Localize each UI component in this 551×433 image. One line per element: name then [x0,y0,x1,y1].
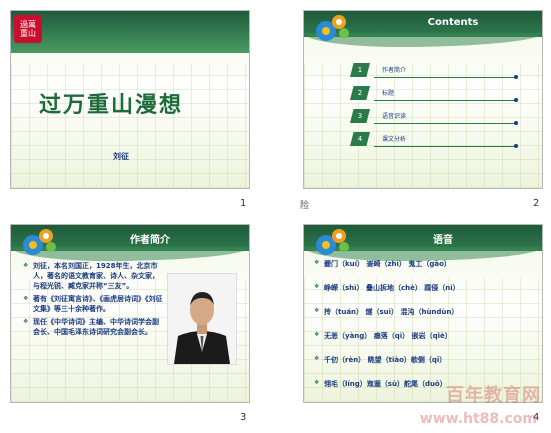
author-photo [167,273,237,365]
toc-number: 3 [350,109,370,123]
toc-dot [514,144,518,148]
toc-item-4[interactable]: 4 课文分析 [350,132,520,150]
toc-divider [374,146,514,147]
toc-label: 标题 [382,90,395,97]
toc-dot [514,75,518,79]
slide-background-grid [11,64,249,188]
vocab-line: 抟（tuán） 燧（suì） 混沌（hùndùn） [314,307,534,317]
slide-title: 作者简介 [130,235,170,246]
toc-item-2[interactable]: 2 标题 [350,86,520,104]
vocab-line: 千仞（rèn） 眺望（tiào）欹侧（qī） [314,355,534,365]
toc-number: 1 [350,63,370,77]
toc-number: 4 [350,132,370,146]
seal-logo: 過萬 重山 [14,15,42,43]
watermark-text: 百年教育网 [446,385,541,406]
bio-paragraph: 刘征，本名刘国正，1928年生，北京市人，著名的语文教育家、诗人、杂文家，与程光… [23,261,165,291]
toc-dot [514,121,518,125]
flower-decoration-icon [316,15,349,41]
toc-label: 作者简介 [382,67,407,74]
slide-thumbnail-4[interactable]: 语音 夔门（kuí） 崟崎（zhì） 鬼工（gāo） 峥嵘（shì） 叠山拆地（… [303,224,543,403]
slide-title: Contents [427,17,479,28]
vocab-line: 夔门（kuí） 崟崎（zhì） 鬼工（gāo） [314,259,534,269]
toc-label: 语音识读 [382,113,407,120]
vocab-line: 无恙（yàng） 瘗落（qì） 嵌岩（qiè） [314,331,534,341]
slide-number-3: 3 [240,412,247,423]
toc-item-1[interactable]: 1 作者简介 [350,63,520,81]
toc-divider [374,100,514,101]
slide-title: 语音 [433,235,453,246]
bio-paragraph: 现任《中华诗词》主编、中华诗词学会副会长、中国毛泽东诗词研究会副会长。 [23,317,165,337]
toc-divider [374,123,514,124]
slide-title: 过万重山漫想 [39,92,184,118]
slide-thumbnail-2[interactable]: Contents 1 作者简介 2 标题 3 语音识读 4 课文分析 [303,10,543,189]
slide-thumbnail-3[interactable]: 作者简介 刘征，本名刘国正，1928年生，北京市人，著名的语文教育家、诗人、杂文… [10,224,250,403]
vocab-line: 峥嵘（shì） 叠山拆地（chè） 蹀侵（nì） [314,283,534,293]
slide-thumbnail-1[interactable]: 過萬 重山 过万重山漫想 刘征 [10,10,250,189]
portrait-image [168,274,236,364]
bio-paragraph: 著有《刘征寓言诗》、《画虎居诗词》《刘征文集》等三十余种著作。 [23,294,165,314]
watermark-url: www.ht88.com [419,411,537,427]
toc-label: 课文分析 [382,136,407,143]
author-bio: 刘征，本名刘国正，1928年生，北京市人，著名的语文教育家、诗人、杂文家，与程光… [23,261,165,340]
toc-dot [514,98,518,102]
stray-glyph: 险 [300,201,310,211]
slide-number-2: 2 [533,198,540,209]
toc-number: 2 [350,86,370,100]
toc-item-3[interactable]: 3 语音识读 [350,109,520,127]
slide-number-1: 1 [240,198,247,209]
toc-divider [374,77,514,78]
slide-author: 刘征 [113,152,129,161]
slide-header-band [11,11,249,53]
